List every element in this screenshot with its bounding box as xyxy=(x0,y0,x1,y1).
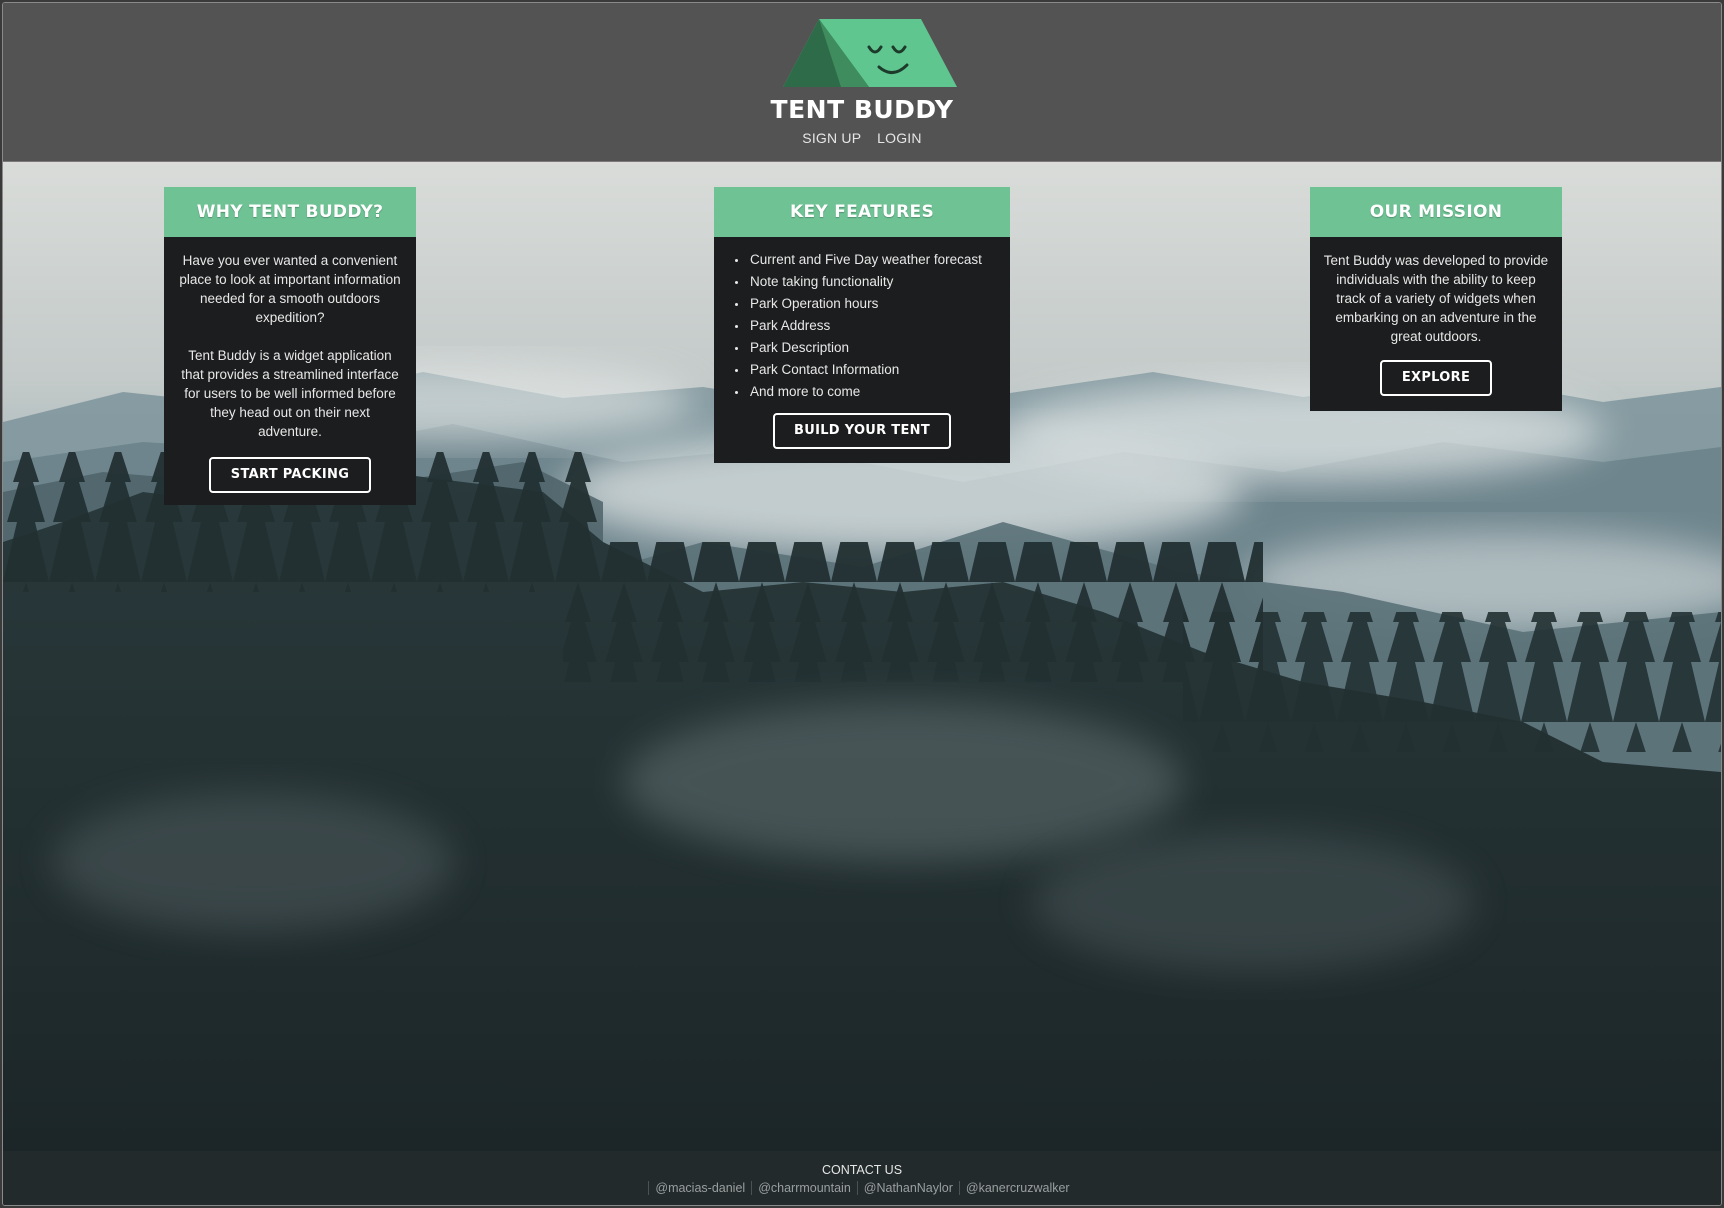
brand-title: TENT BUDDY xyxy=(770,95,954,124)
list-item: Park Operation hours xyxy=(735,293,996,315)
contact-links: @macias-daniel @charrmountain @NathanNaylo… xyxy=(3,1179,1721,1197)
list-item: Park Address xyxy=(735,315,996,337)
top-nav: SIGN UP LOGIN xyxy=(3,130,1721,146)
contact-link[interactable]: @kanercruzwalker xyxy=(958,1181,1076,1195)
site-header: TENT BUDDY SIGN UP LOGIN xyxy=(3,3,1721,162)
browser-viewport: TENT BUDDY SIGN UP LOGIN WHY TENT BUDDY?… xyxy=(2,2,1722,1206)
tent-smiley-icon[interactable] xyxy=(781,17,957,93)
card-paragraph: Have you ever wanted a convenient place … xyxy=(179,253,401,325)
list-item: Note taking functionality xyxy=(735,271,996,293)
explore-button[interactable]: EXPLORE xyxy=(1380,360,1492,396)
card-paragraph: Tent Buddy was developed to provide indi… xyxy=(1323,253,1549,344)
list-item: And more to come xyxy=(735,381,996,403)
contact-link[interactable]: @NathanNaylor xyxy=(856,1181,959,1195)
list-item: Park Contact Information xyxy=(735,359,996,381)
card-title: WHY TENT BUDDY? xyxy=(164,187,416,237)
card-body: Tent Buddy was developed to provide indi… xyxy=(1310,237,1562,411)
why-tent-buddy-card: WHY TENT BUDDY? Have you ever wanted a c… xyxy=(164,187,416,505)
list-item: Current and Five Day weather forecast xyxy=(735,249,996,271)
feature-list: Current and Five Day weather forecast No… xyxy=(728,249,996,403)
start-packing-button[interactable]: START PACKING xyxy=(209,457,371,493)
site-footer: CONTACT US @macias-daniel @charrmountain @… xyxy=(3,1151,1721,1205)
card-body: Have you ever wanted a convenient place … xyxy=(164,237,416,505)
contact-us-heading: CONTACT US xyxy=(821,1163,903,1177)
nav-sign-up-link[interactable]: SIGN UP xyxy=(802,130,861,146)
card-paragraph: Tent Buddy is a widget application that … xyxy=(181,348,399,439)
nav-login-link[interactable]: LOGIN xyxy=(877,130,922,146)
our-mission-card: OUR MISSION Tent Buddy was developed to … xyxy=(1310,187,1562,411)
contact-link[interactable]: @macias-daniel xyxy=(648,1181,752,1195)
build-your-tent-button[interactable]: BUILD YOUR TENT xyxy=(773,413,951,449)
card-title: KEY FEATURES xyxy=(714,187,1010,237)
card-body: Current and Five Day weather forecast No… xyxy=(714,237,1010,463)
key-features-card: KEY FEATURES Current and Five Day weathe… xyxy=(714,187,1010,463)
card-title: OUR MISSION xyxy=(1310,187,1562,237)
list-item: Park Description xyxy=(735,337,996,359)
contact-link[interactable]: @charrmountain xyxy=(751,1181,857,1195)
